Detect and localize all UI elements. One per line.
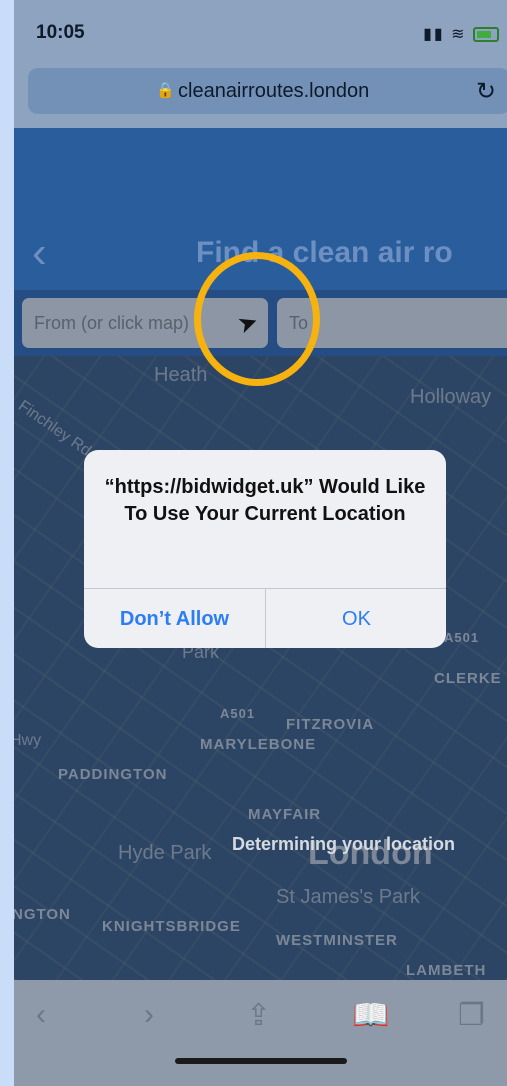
signal-icon: ▮▮ <box>423 26 445 43</box>
map-label: Heath <box>154 364 208 386</box>
map-label: Finchley Rd <box>15 397 95 460</box>
highlight-circle <box>194 252 320 386</box>
map-label: NGTON <box>14 906 71 923</box>
address-url: cleanairroutes.london <box>178 80 370 102</box>
map-label: Hwy <box>14 732 42 749</box>
from-placeholder: From (or click map) <box>34 313 190 333</box>
map-label: Holloway <box>410 386 492 408</box>
status-time: 10:05 <box>36 22 85 43</box>
map-label: CLERKE <box>434 670 502 687</box>
lock-icon: 🔒 <box>156 82 175 99</box>
map-label: FITZROVIA <box>286 716 375 733</box>
map-label: Hyde Park <box>118 842 212 864</box>
map-label: WESTMINSTER <box>276 932 398 949</box>
map-label: A501 <box>220 706 256 721</box>
dialog-message: “https://bidwidget.uk” Would Like To Use… <box>104 476 426 525</box>
reload-icon[interactable]: ↻ <box>476 77 496 106</box>
dont-allow-button[interactable]: Don’t Allow <box>84 589 265 648</box>
map-label: MARYLEBONE <box>200 736 317 753</box>
map-label: KNIGHTSBRIDGE <box>102 918 241 935</box>
home-indicator[interactable] <box>175 1058 347 1064</box>
safari-toolbar: ‹ › ⇪ 📖 ❐ <box>14 980 507 1086</box>
share-icon[interactable]: ⇪ <box>246 998 271 1033</box>
chevron-left-icon[interactable]: ‹ <box>36 998 46 1032</box>
bookmarks-icon[interactable]: 📖 <box>352 998 389 1033</box>
battery-icon <box>473 27 499 43</box>
back-chevron-icon[interactable]: ‹ <box>32 228 47 278</box>
ok-button[interactable]: OK <box>265 589 446 648</box>
location-permission-dialog: “https://bidwidget.uk” Would Like To Use… <box>84 450 446 648</box>
map-label: A501 <box>444 630 480 645</box>
map-label: PADDINGTON <box>58 766 168 783</box>
map-label: St James's Park <box>276 886 420 908</box>
map-label: LAMBETH <box>406 962 487 979</box>
location-status: Determining your location <box>232 834 456 854</box>
status-icons: ▮▮ ≋ <box>423 24 499 44</box>
address-bar[interactable]: 🔒 cleanairroutes.london ↻ <box>28 68 507 114</box>
wifi-icon: ≋ <box>451 26 467 43</box>
map-label: MAYFAIR <box>248 806 322 823</box>
chevron-right-icon[interactable]: › <box>144 998 154 1032</box>
dialog-buttons: Don’t Allow OK <box>84 588 446 648</box>
phone-screen: 10:05 ▮▮ ≋ 🔒 cleanairroutes.london ↻ ‹ F… <box>14 0 507 1086</box>
status-and-url-area: 10:05 ▮▮ ≋ 🔒 cleanairroutes.london ↻ <box>14 0 507 128</box>
tabs-icon[interactable]: ❐ <box>458 998 485 1033</box>
